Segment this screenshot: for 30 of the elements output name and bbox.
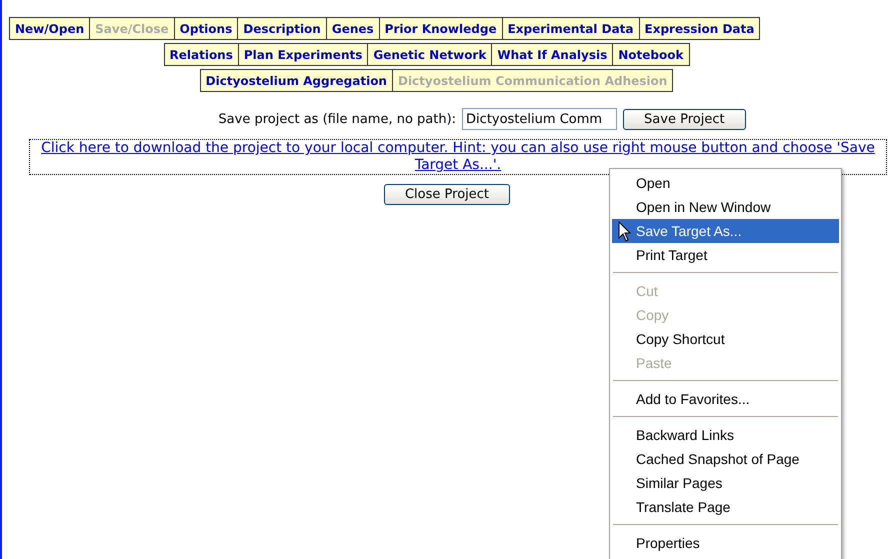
- save-label: Save project as (file name, no path):: [218, 112, 456, 126]
- nav-tab[interactable]: Genes: [326, 17, 380, 40]
- nav-tab[interactable]: Notebook: [612, 43, 690, 66]
- menu-item[interactable]: Copy Shortcut: [612, 327, 839, 351]
- nav-tab[interactable]: What If Analysis: [491, 43, 614, 66]
- nav-tab[interactable]: Genetic Network: [367, 43, 492, 66]
- menu-item[interactable]: Open in New Window: [612, 195, 839, 219]
- menu-item[interactable]: Add to Favorites...: [612, 387, 839, 411]
- nav-tab[interactable]: Relations: [164, 43, 239, 66]
- nav-tab[interactable]: Experimental Data: [502, 17, 640, 40]
- nav-tab[interactable]: Plan Experiments: [238, 43, 368, 66]
- menu-item[interactable]: Print Target: [612, 243, 839, 267]
- menu-item[interactable]: Similar Pages: [612, 471, 839, 495]
- nav-tab[interactable]: Expression Data: [638, 17, 760, 40]
- menu-item[interactable]: Cached Snapshot of Page: [612, 447, 839, 471]
- cursor-icon: [618, 221, 632, 243]
- save-project-button[interactable]: Save Project: [623, 108, 746, 130]
- menu-item[interactable]: Backward Links: [612, 423, 839, 447]
- menu-item[interactable]: Translate Page: [612, 495, 839, 519]
- nav-tab[interactable]: Prior Knowledge: [378, 17, 503, 40]
- nav-tab[interactable]: New/Open: [9, 17, 90, 40]
- nav-tab[interactable]: Description: [237, 17, 327, 40]
- file-name-field[interactable]: Dictyostelium Comm: [462, 108, 618, 130]
- menu-item[interactable]: Properties: [612, 531, 839, 555]
- nav-tab[interactable]: Options: [174, 17, 238, 40]
- download-link[interactable]: Click here to download the project to your local computer. Hint: you can also use right mouse button and choose 'Save Target As...'.: [30, 140, 886, 174]
- menu-item[interactable]: Open: [612, 171, 839, 195]
- close-project-button[interactable]: Close Project: [384, 184, 510, 205]
- menu-item[interactable]: Save Target As...: [612, 219, 839, 243]
- nav-tab[interactable]: Dictyostelium Aggregation: [200, 69, 393, 92]
